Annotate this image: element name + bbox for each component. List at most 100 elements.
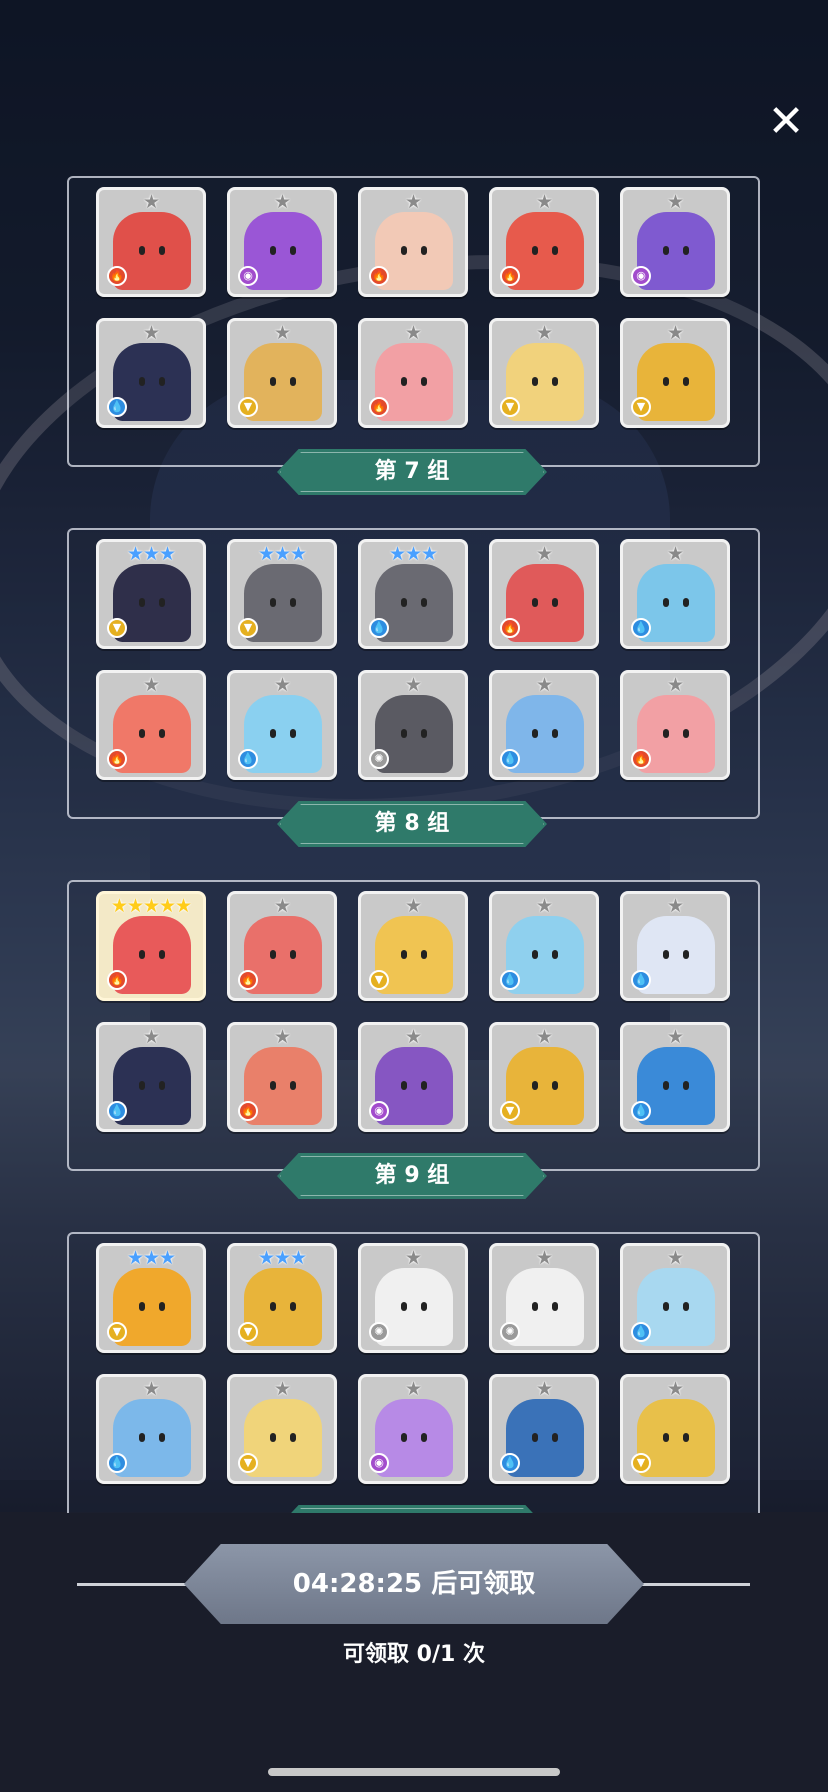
- hero-card[interactable]: ★★★ ▼: [96, 539, 206, 649]
- hero-face: [657, 1433, 697, 1449]
- star-rating: ★: [666, 895, 684, 917]
- hero-face: [264, 1433, 304, 1449]
- hero-face: [526, 729, 566, 745]
- fire-element-icon: 🔥: [369, 266, 389, 286]
- star-rating: ★: [142, 191, 160, 213]
- hero-card[interactable]: ★ ✺: [358, 670, 468, 780]
- hero-card[interactable]: ★ 💧: [620, 539, 730, 649]
- hero-card[interactable]: ★ 💧: [489, 891, 599, 1001]
- hero-face: [526, 598, 566, 614]
- hero-card[interactable]: ★★★★★ 🔥: [96, 891, 206, 1001]
- hero-card[interactable]: ★ 🔥: [358, 318, 468, 428]
- hero-face: [264, 246, 304, 262]
- hero-card[interactable]: ★ 💧: [96, 318, 206, 428]
- hero-card[interactable]: ★ 🔥: [489, 187, 599, 297]
- star-rating: ★★★★★: [110, 895, 192, 917]
- close-icon: ✕: [767, 96, 805, 147]
- hero-card[interactable]: ★ ▼: [489, 318, 599, 428]
- hero-card[interactable]: ★ ✺: [489, 1243, 599, 1353]
- star-rating: ★: [142, 1026, 160, 1048]
- star-rating: ★: [666, 1026, 684, 1048]
- wind-element-icon: ▼: [369, 970, 389, 990]
- hero-card[interactable]: ★ 🔥: [96, 670, 206, 780]
- hero-card[interactable]: ★ 🔥: [358, 187, 468, 297]
- star-rating: ★: [535, 1026, 553, 1048]
- divider-right: [640, 1583, 750, 1586]
- claim-countdown: 04:28:25 后可领取: [292, 1569, 536, 1599]
- hero-card[interactable]: ★ 💧: [96, 1022, 206, 1132]
- fire-element-icon: 🔥: [107, 970, 127, 990]
- hero-card[interactable]: ★ ▼: [489, 1022, 599, 1132]
- water-element-icon: 💧: [631, 970, 651, 990]
- hero-card[interactable]: ★ 🔥: [96, 187, 206, 297]
- hero-card[interactable]: ★ 💧: [489, 670, 599, 780]
- hero-card[interactable]: ★ ◉: [227, 187, 337, 297]
- hero-face: [657, 246, 697, 262]
- hero-face: [133, 1433, 173, 1449]
- star-rating: ★: [666, 1247, 684, 1269]
- star-rating: ★★★: [126, 543, 176, 565]
- wind-element-icon: ▼: [238, 397, 258, 417]
- light-element-icon: ✺: [369, 749, 389, 769]
- star-rating: ★★★: [388, 543, 438, 565]
- star-rating: ★: [666, 543, 684, 565]
- hero-card[interactable]: ★ 💧: [620, 1022, 730, 1132]
- hero-card[interactable]: ★ ▼: [358, 891, 468, 1001]
- hero-card[interactable]: ★ 💧: [620, 1243, 730, 1353]
- hero-face: [133, 598, 173, 614]
- star-rating: ★★★: [257, 1247, 307, 1269]
- divider-left: [77, 1583, 189, 1586]
- claim-count-label: 可领取 0/1 次: [343, 1642, 485, 1667]
- hero-card[interactable]: ★ ▼: [620, 318, 730, 428]
- star-rating: ★: [404, 1026, 422, 1048]
- hero-card[interactable]: ★ ◉: [358, 1022, 468, 1132]
- hero-card[interactable]: ★ ◉: [620, 187, 730, 297]
- hero-face: [264, 729, 304, 745]
- fire-element-icon: 🔥: [369, 397, 389, 417]
- hero-card[interactable]: ★ ▼: [227, 1374, 337, 1484]
- hero-face: [133, 246, 173, 262]
- hero-card[interactable]: ★ 🔥: [489, 539, 599, 649]
- close-button[interactable]: ✕: [766, 100, 806, 144]
- hero-card[interactable]: ★ 🔥: [227, 891, 337, 1001]
- star-rating: ★: [142, 322, 160, 344]
- hero-card[interactable]: ★ ▼: [620, 1374, 730, 1484]
- wind-element-icon: ▼: [500, 397, 520, 417]
- hero-card[interactable]: ★ 💧: [227, 670, 337, 780]
- hero-card[interactable]: ★★★ ▼: [96, 1243, 206, 1353]
- hero-card[interactable]: ★★★ ▼: [227, 539, 337, 649]
- hero-card[interactable]: ★ ▼: [227, 318, 337, 428]
- hero-card[interactable]: ★ 💧: [620, 891, 730, 1001]
- hero-face: [657, 598, 697, 614]
- fire-element-icon: 🔥: [107, 749, 127, 769]
- dark-element-icon: ◉: [369, 1453, 389, 1473]
- hero-group: ★★★ ▼ ★★★ ▼ ★★★ 💧 ★ 🔥 ★ 💧 ★ 🔥 ★ 💧 ★ ✺ ★ 💧 ★ 🔥 第 8 组: [67, 528, 760, 858]
- star-rating: ★: [273, 895, 291, 917]
- hero-card[interactable]: ★ 🔥: [620, 670, 730, 780]
- hero-group-list[interactable]: ★ 🔥 ★ ◉ ★ 🔥 ★ 🔥 ★ ◉ ★ 💧 ★ ▼ ★ 🔥 ★ ▼ ★ ▼ 第 7 组 ★★★ ▼ ★★★ ▼ ★★★ 💧 ★ 🔥 ★…: [0, 170, 828, 1513]
- hero-card[interactable]: ★★★ ▼: [227, 1243, 337, 1353]
- hero-card[interactable]: ★ 🔥: [227, 1022, 337, 1132]
- water-element-icon: 💧: [631, 1101, 651, 1121]
- star-rating: ★: [404, 1378, 422, 1400]
- hero-card[interactable]: ★ 💧: [489, 1374, 599, 1484]
- water-element-icon: 💧: [238, 749, 258, 769]
- star-rating: ★: [535, 1378, 553, 1400]
- home-indicator: [268, 1768, 560, 1776]
- claim-button[interactable]: 04:28:25 后可领取: [184, 1544, 644, 1624]
- wind-element-icon: ▼: [107, 1322, 127, 1342]
- hero-face: [133, 729, 173, 745]
- star-rating: ★: [535, 1247, 553, 1269]
- hero-card[interactable]: ★ ✺: [358, 1243, 468, 1353]
- hero-card[interactable]: ★★★ 💧: [358, 539, 468, 649]
- hero-face: [395, 950, 435, 966]
- hero-card[interactable]: ★ 💧: [96, 1374, 206, 1484]
- light-element-icon: ✺: [500, 1322, 520, 1342]
- wind-element-icon: ▼: [631, 397, 651, 417]
- hero-group: ★ 🔥 ★ ◉ ★ 🔥 ★ 🔥 ★ ◉ ★ 💧 ★ ▼ ★ 🔥 ★ ▼ ★ ▼ 第 7 组: [67, 176, 760, 506]
- star-rating: ★: [535, 322, 553, 344]
- hero-card[interactable]: ★ ◉: [358, 1374, 468, 1484]
- hero-face: [657, 950, 697, 966]
- star-rating: ★: [404, 322, 422, 344]
- hero-face: [133, 1081, 173, 1097]
